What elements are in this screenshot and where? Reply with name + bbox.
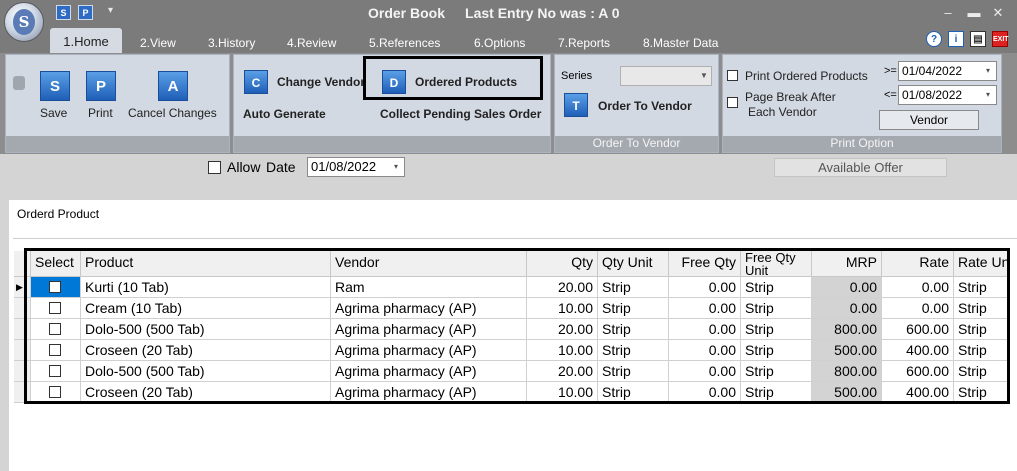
info-icon[interactable]: i (948, 31, 964, 47)
tab-reports[interactable]: 7.Reports (558, 33, 610, 53)
panel-title: Orderd Product (17, 207, 100, 221)
order-to-vendor-button[interactable]: Order To Vendor (598, 99, 692, 113)
tab-references[interactable]: 5.References (369, 33, 440, 53)
window-title: Order Book Last Entry No was : A 0 (368, 5, 620, 21)
change-vendor-button[interactable]: Change Vendor (277, 75, 365, 89)
to-operator: <= (884, 89, 897, 101)
series-dropdown[interactable]: ▼ (620, 66, 712, 86)
vendor-button[interactable]: Vendor (879, 110, 979, 130)
document-icon[interactable]: ▤ (970, 31, 986, 47)
from-date-value: 01/04/2022 (902, 64, 963, 78)
ordered-products-icon[interactable]: D (382, 70, 406, 94)
edit-group-label (6, 136, 229, 152)
quick-print-icon[interactable]: P (78, 5, 93, 20)
quick-save-icon[interactable]: S (56, 5, 71, 20)
cancel-changes-icon[interactable]: A (158, 71, 188, 101)
order-to-vendor-icon[interactable]: T (564, 93, 588, 117)
allow-label: Allow (227, 159, 261, 175)
from-operator: >= (884, 65, 897, 77)
date-value: 01/08/2022 (311, 159, 377, 174)
tab-home[interactable]: 1.Home (50, 28, 122, 53)
date-picker[interactable]: 01/08/2022 ▾ (307, 157, 405, 177)
tab-view[interactable]: 2.View (140, 33, 176, 53)
from-date-picker[interactable]: 01/04/2022 ▾ (898, 61, 997, 81)
to-date-picker[interactable]: 01/08/2022 ▾ (898, 85, 997, 105)
available-offer-label: Available Offer (774, 158, 947, 177)
quick-access-dropdown-icon[interactable]: ▾ (108, 5, 113, 16)
save-button[interactable]: Save (40, 106, 67, 120)
print-option-group-label: Print Option (723, 136, 1001, 152)
save-icon[interactable]: S (40, 71, 70, 101)
minimize-icon[interactable]: – (938, 4, 958, 22)
left-margin (0, 200, 9, 471)
close-icon[interactable]: ✕ (988, 4, 1008, 22)
grid-highlight-frame (24, 248, 1010, 404)
print-button[interactable]: Print (88, 106, 113, 120)
change-vendor-icon[interactable]: C (244, 70, 268, 94)
cancel-changes-button[interactable]: Cancel Changes (128, 106, 217, 120)
chevron-down-icon: ▼ (700, 71, 708, 80)
page-break-label-line1: Page Break After (745, 90, 836, 104)
allow-checkbox[interactable] (208, 161, 221, 174)
calendar-icon: ▾ (985, 66, 990, 75)
vendor-group-label (234, 136, 550, 152)
collect-pending-sales-order-button[interactable]: Collect Pending Sales Order (380, 107, 541, 121)
order-to-vendor-group-label: Order To Vendor (555, 136, 718, 152)
ordered-products-button[interactable]: Ordered Products (415, 75, 517, 89)
chevron-down-icon: ▾ (393, 162, 398, 171)
to-date-value: 01/08/2022 (902, 88, 963, 102)
tab-options[interactable]: 6.Options (474, 33, 525, 53)
last-entry-text: Last Entry No was : A 0 (465, 5, 620, 21)
print-ordered-products-label: Print Ordered Products (745, 69, 868, 83)
tab-review[interactable]: 4.Review (287, 33, 336, 53)
tab-master-data[interactable]: 8.Master Data (643, 33, 718, 53)
page-break-checkbox[interactable] (727, 97, 738, 108)
lock-icon (13, 76, 25, 90)
maximize-icon[interactable]: ▬ (964, 4, 984, 22)
panel-header (9, 200, 1017, 238)
calendar-icon: ▾ (985, 90, 990, 99)
date-label: Date (266, 159, 296, 175)
app-menu-button[interactable]: S (4, 2, 44, 42)
page-break-label-line2: Each Vendor (748, 105, 817, 119)
app-logo-icon: S (13, 9, 35, 35)
window-title-text: Order Book (368, 5, 446, 21)
exit-icon[interactable]: EXIT (992, 31, 1009, 47)
print-ordered-products-checkbox[interactable] (727, 70, 738, 81)
series-label: Series (561, 70, 593, 82)
tab-history[interactable]: 3.History (208, 33, 255, 53)
print-icon[interactable]: P (86, 71, 116, 101)
help-icon[interactable]: ? (926, 31, 942, 47)
auto-generate-button[interactable]: Auto Generate (243, 107, 326, 121)
